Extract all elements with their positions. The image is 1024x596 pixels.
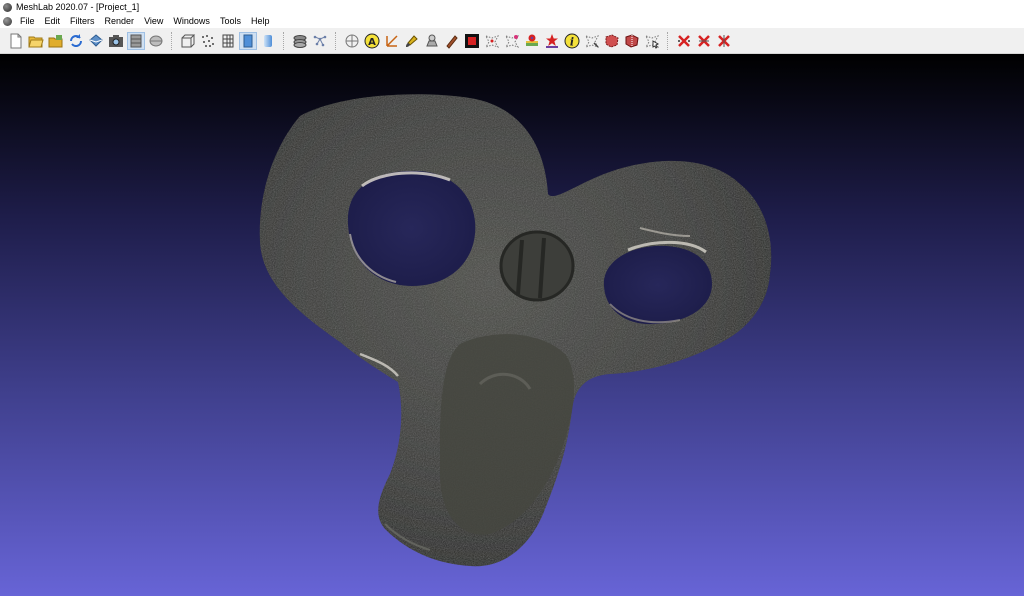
paint-button[interactable] (403, 32, 421, 50)
select-area-button[interactable] (623, 32, 641, 50)
menu-windows[interactable]: Windows (168, 14, 215, 28)
toolbar-separator (335, 31, 337, 50)
info-button[interactable]: i (563, 32, 581, 50)
wireframe-render-button[interactable] (219, 32, 237, 50)
toolbar-separator (171, 31, 173, 50)
z-paint-button[interactable] (423, 32, 441, 50)
mesh-model[interactable] (0, 54, 1024, 596)
meshlab-app-icon (3, 2, 12, 12)
georef-button[interactable] (523, 32, 541, 50)
delete-vertices-icon (678, 34, 690, 47)
manipulator-icon (345, 34, 359, 47)
measure-icon (386, 34, 398, 47)
pick-button[interactable] (643, 32, 661, 50)
bridge-boss (499, 230, 575, 302)
window-title: MeshLab 2020.07 - [Project_1] (16, 2, 140, 12)
main-toolbar: A i (0, 28, 1024, 54)
menu-filters[interactable]: Filters (65, 14, 100, 28)
select-faces-button[interactable] (483, 32, 501, 50)
color-paint-button[interactable] (503, 32, 521, 50)
manipulator-button[interactable] (343, 32, 361, 50)
delete-all-icon (718, 34, 730, 47)
align-button[interactable] (311, 32, 329, 50)
texture-paint-button[interactable] (443, 32, 461, 50)
menu-tools[interactable]: Tools (215, 14, 246, 28)
flat-render-button[interactable] (239, 31, 257, 50)
svg-text:i: i (570, 35, 574, 48)
bbox-render-button[interactable] (179, 32, 197, 50)
open-icon (28, 36, 44, 47)
delete-faces-icon (698, 34, 710, 47)
wireframe-icon (222, 34, 234, 47)
new-project-button[interactable] (7, 32, 25, 50)
select-region-icon (625, 33, 639, 48)
menu-help[interactable]: Help (246, 14, 275, 28)
delete-faces-button[interactable] (695, 32, 713, 50)
open-project-button[interactable] (47, 32, 65, 50)
delete-all-button[interactable] (715, 32, 733, 50)
point-picker-icon (584, 34, 600, 48)
left-eye-hole (347, 170, 476, 286)
toolbar-separator (283, 31, 285, 50)
menu-file[interactable]: File (15, 14, 40, 28)
smooth-icon (264, 34, 272, 47)
menu-view[interactable]: View (139, 14, 168, 28)
reload-icon (70, 33, 82, 47)
raster-button[interactable] (147, 32, 165, 50)
layer-stack-button[interactable] (291, 32, 309, 50)
raster-icon (149, 35, 163, 46)
layer-dialog-button[interactable] (127, 31, 145, 50)
info-icon: i (564, 33, 580, 48)
menu-bar: File Edit Filters Render View Windows To… (0, 14, 1024, 28)
new-icon (10, 33, 22, 48)
open-project-icon (48, 34, 63, 47)
nose-ridge (439, 334, 575, 535)
point-picker-button[interactable] (583, 32, 601, 50)
points-render-button[interactable] (199, 32, 217, 50)
svg-text:A: A (368, 37, 376, 48)
reload-button[interactable] (67, 32, 85, 50)
select-connected-icon (605, 33, 619, 48)
export-mesh-icon (89, 33, 103, 47)
system-menu-icon[interactable] (3, 16, 12, 26)
align-icon (313, 35, 327, 46)
snapshot-icon (109, 34, 123, 47)
points-icon (202, 34, 214, 47)
select-vertices-button[interactable] (463, 32, 481, 50)
snapshot-button[interactable] (107, 32, 125, 50)
export-mesh-button[interactable] (87, 32, 105, 50)
stack-icon (293, 34, 307, 48)
delete-vertices-button[interactable] (675, 32, 693, 50)
z-paint-icon (426, 34, 438, 46)
layer-icon (130, 34, 142, 47)
select-vertices-icon (465, 33, 479, 48)
color-paint-icon (504, 34, 520, 48)
annotation-button[interactable]: A (363, 32, 381, 50)
measure-button[interactable] (383, 32, 401, 50)
menu-render[interactable]: Render (100, 14, 140, 28)
annotation-a-icon: A (364, 33, 380, 48)
3d-viewport[interactable] (0, 54, 1024, 596)
select-connected-button[interactable] (603, 32, 621, 50)
pick-icon (644, 34, 660, 49)
georef-point-button[interactable] (543, 32, 561, 50)
flat-icon (243, 34, 253, 47)
select-region-icon (546, 33, 558, 48)
bbox-icon (181, 34, 196, 47)
menu-edit[interactable]: Edit (40, 14, 66, 28)
texture-icon (446, 34, 458, 49)
open-button[interactable] (27, 32, 45, 50)
georef-icon (526, 34, 538, 46)
title-bar: MeshLab 2020.07 - [Project_1] (0, 0, 1024, 14)
smooth-render-button[interactable] (259, 32, 277, 50)
meshlab-window: MeshLab 2020.07 - [Project_1] File Edit … (0, 0, 1024, 596)
select-faces-icon (484, 34, 500, 48)
toolbar-separator (667, 31, 669, 50)
paint-icon (406, 34, 418, 47)
